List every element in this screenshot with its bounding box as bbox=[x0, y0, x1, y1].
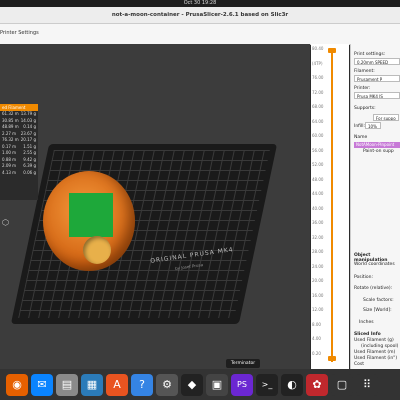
ruler-label: 8.00 bbox=[312, 321, 321, 327]
info-rows: 61.32 m 13.79 g 30.85 m 14.03 g 48.89 m 0.14 … bbox=[0, 111, 38, 176]
filament-label: Filament: bbox=[354, 69, 375, 74]
settings-icon[interactable]: ⚙ bbox=[156, 373, 178, 396]
dock-tooltip: Terminator bbox=[226, 359, 260, 368]
firefox-icon[interactable]: ◉ bbox=[6, 373, 28, 396]
layer-slider-top-knob[interactable] bbox=[328, 48, 336, 53]
ruler-label: 0.20 bbox=[312, 350, 321, 356]
ruler-label: 56.00 bbox=[312, 147, 324, 153]
scale-factors-label: Scale factors: bbox=[363, 298, 394, 303]
system-clock[interactable]: Oct 30 19:28 bbox=[0, 0, 400, 7]
printer-label: Printer: bbox=[354, 86, 371, 91]
ruler-label: 76.00 bbox=[312, 75, 324, 80]
libreoffice-icon[interactable]: ▦ bbox=[81, 373, 103, 396]
3d-viewport[interactable]: ORIGINAL PRUSA MK4 by Josef Prusa ed Fil… bbox=[0, 44, 310, 369]
ruler-label: 36.00 bbox=[312, 220, 324, 225]
layer-slider-bottom-knob[interactable] bbox=[328, 356, 336, 361]
paint-on-supports-item[interactable]: Paint-on supp bbox=[363, 149, 394, 154]
ruler-label: 12.00 bbox=[312, 307, 324, 312]
infill-label: Infill: bbox=[354, 124, 366, 129]
ruler-label: 20.00 bbox=[312, 278, 324, 283]
photos-icon[interactable]: ▣ bbox=[206, 373, 228, 396]
thunderbird-icon[interactable]: ✉ bbox=[31, 373, 53, 396]
ruler-label: 72.00 bbox=[312, 89, 324, 95]
inches-checkbox[interactable]: Inches bbox=[359, 320, 374, 325]
ruler-label: 24.00 bbox=[312, 263, 324, 269]
ruler-label: 52.00 bbox=[312, 162, 324, 167]
ruler-label: 40.00 bbox=[312, 205, 324, 211]
object-list-item[interactable]: NotAMoon-Pinpoint bbox=[354, 142, 400, 148]
position-label: Position: bbox=[354, 275, 374, 280]
size-label: Size [World]: bbox=[363, 308, 392, 313]
right-sidebar: Print settings: 0.20mm SPEED Filament: P… bbox=[350, 44, 400, 369]
appcenter-icon[interactable]: A bbox=[106, 373, 128, 396]
ruler-label: 4.00 bbox=[312, 336, 321, 341]
dock: ◉ ✉ ▤ ▦ A? ⚙ ◆ ▣ PS >_ ◐ ✿ ▢ ⠿ bbox=[0, 369, 400, 400]
supports-label: Supports: bbox=[354, 106, 376, 111]
ruler-label: 68.00 bbox=[312, 104, 324, 109]
ruler-label: 16.00 bbox=[312, 292, 324, 298]
infill-combo[interactable]: 10% bbox=[365, 122, 381, 129]
layer-ruler: 80.40 (4TP) 76.00 72.00 68.00 64.00 60.00 56.00… bbox=[311, 44, 349, 369]
ruler-label: 32.00 bbox=[312, 234, 324, 240]
model-cavity bbox=[83, 236, 111, 264]
terminal-icon[interactable]: >_ bbox=[256, 373, 278, 396]
sliced-info-title: Sliced Info bbox=[354, 332, 381, 337]
ruler-label: 60.00 bbox=[312, 133, 324, 138]
cost-label: Cost bbox=[354, 362, 365, 367]
ruler-label: 28.00 bbox=[312, 249, 324, 254]
prusaslicer-icon[interactable]: ◐ bbox=[281, 373, 303, 396]
files-icon[interactable]: ▤ bbox=[56, 373, 78, 396]
used-filament-in: Used Filament (in") bbox=[354, 356, 398, 361]
screen-icon[interactable]: ▢ bbox=[331, 373, 353, 396]
info-length: 4.13 m bbox=[2, 169, 17, 175]
phpstorm-icon[interactable]: PS bbox=[231, 373, 253, 396]
including-spool: (including spool) bbox=[361, 344, 399, 349]
ruler-label: 44.00 bbox=[312, 191, 324, 196]
model-object[interactable] bbox=[43, 171, 135, 271]
painted-support-region bbox=[69, 193, 113, 237]
sliced-info-panel: ed Filament 61.32 m 13.79 g 30.85 m 14.03 g… bbox=[0, 104, 38, 200]
ruler-label: 48.00 bbox=[312, 176, 324, 182]
info-weight: 0.06 g bbox=[23, 169, 36, 175]
used-filament-m: Used Filament (m) bbox=[354, 350, 396, 355]
rotate-label: Rotate (relative): bbox=[354, 286, 393, 291]
info-panel-header: ed Filament bbox=[0, 104, 38, 111]
world-coordinates-combo[interactable]: World coordinates bbox=[354, 262, 395, 267]
tab-printer-settings[interactable]: Printer Settings bbox=[0, 30, 39, 36]
inkscape-icon[interactable]: ◆ bbox=[181, 373, 203, 396]
cube-view-icon[interactable]: ⬡ bbox=[2, 218, 9, 227]
printer-combo[interactable]: Prusa MK4 IS bbox=[354, 92, 400, 99]
ruler-label: 80.40 bbox=[312, 46, 324, 51]
used-filament-g: Used Filament (g) bbox=[354, 338, 394, 343]
filament-combo[interactable]: Prusament P bbox=[354, 75, 400, 82]
help-icon[interactable]: ? bbox=[131, 373, 153, 396]
menubar: Printer Settings bbox=[0, 24, 400, 45]
window-title: not-a-moon-container - PrusaSlicer-2.6.1… bbox=[0, 7, 400, 24]
ruler-label: 64.00 bbox=[312, 118, 324, 124]
print-settings-combo[interactable]: 0.20mm SPEED bbox=[354, 58, 400, 65]
layer-slider[interactable] bbox=[331, 50, 333, 362]
object-list-header: Name bbox=[354, 135, 368, 140]
ruler-label: (4TP) bbox=[312, 60, 323, 66]
info-row: 4.13 m 0.06 g bbox=[0, 170, 38, 177]
print-settings-label: Print settings: bbox=[354, 52, 386, 57]
gear-icon[interactable]: ✿ bbox=[306, 373, 328, 396]
supports-combo[interactable]: For suppo bbox=[373, 114, 399, 121]
app-grid-icon[interactable]: ⠿ bbox=[356, 373, 378, 396]
